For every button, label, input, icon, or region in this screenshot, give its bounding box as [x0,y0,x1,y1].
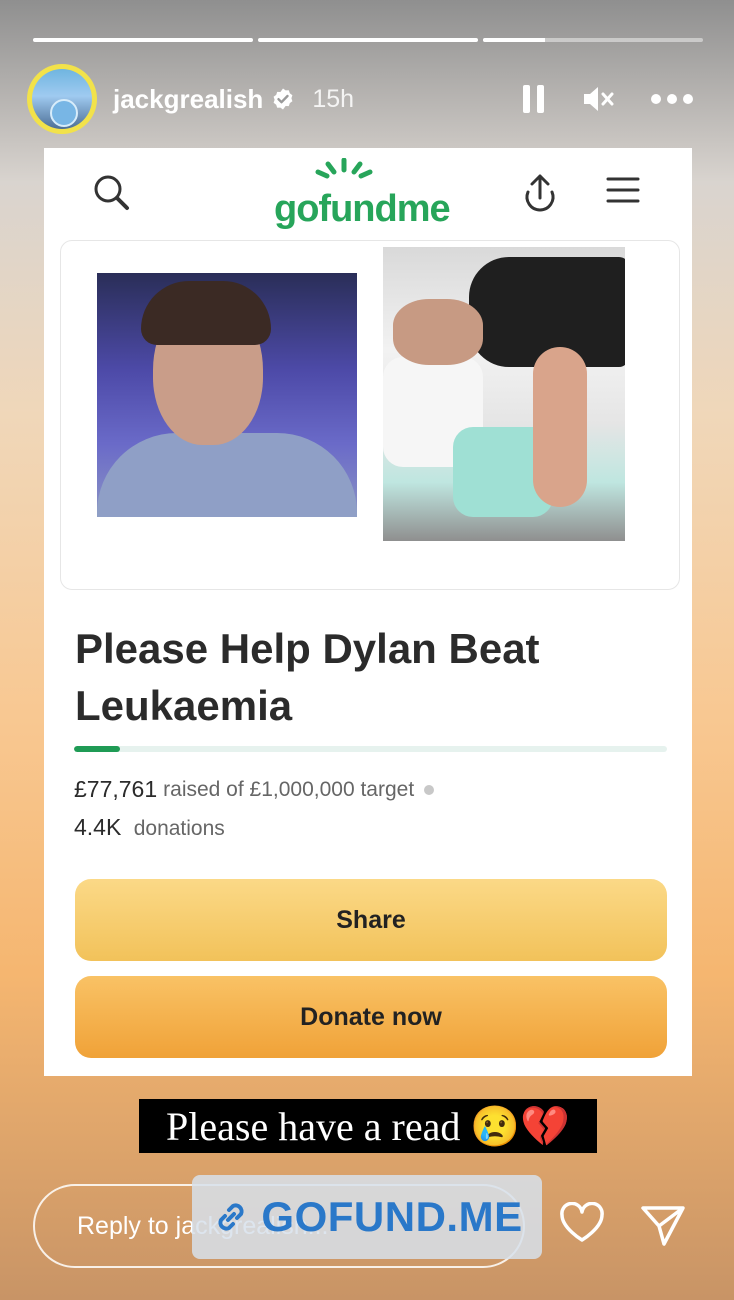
story-header: jackgrealish 15h [27,62,694,136]
raised-amount: £77,761 [74,776,158,802]
separator-dot [424,784,435,795]
progress-fill [258,38,478,42]
pause-icon[interactable] [522,84,546,114]
avatar[interactable] [27,64,97,134]
gofundme-card: gofundme Please Help Dylan Beat Leukaemi… [44,148,692,1076]
gofundme-logo[interactable]: gofundme [274,188,451,231]
menu-icon[interactable] [606,176,640,209]
fundraising-progress-fill [74,746,121,752]
donate-now-button[interactable]: Donate now [75,976,667,1058]
progress-fill [33,38,253,42]
donations-count: 4.4K [74,814,122,840]
link-icon [218,1203,244,1231]
campaign-title: Please Help Dylan Beat Leukaemia [75,625,540,729]
caption-text: Please have a read [166,1103,461,1149]
campaign-photo-portrait [97,273,357,517]
raised-text: raised of £1,000,000 target [163,777,415,801]
share-button[interactable]: Share [75,879,667,961]
send-icon[interactable] [640,1204,686,1251]
username[interactable]: jackgrealish [113,84,263,115]
story-progress [33,38,703,42]
progress-fill [483,38,545,42]
donations-line: 4.4K donations [74,814,225,841]
caption-emojis: 😢💔 [470,1103,570,1149]
logo-sun-icon [315,158,373,179]
link-sticker[interactable]: GOFUND.ME [192,1175,542,1259]
story-caption: Please have a read 😢💔 [139,1099,597,1153]
link-sticker-text: GOFUND.ME [261,1193,523,1240]
upload-icon[interactable] [522,172,558,217]
heart-icon[interactable] [558,1201,606,1249]
mute-icon[interactable] [582,84,614,114]
raised-line: £77,761 raised of £1,000,000 target [74,776,435,803]
story-progress-segment [258,38,478,42]
fundraising-progress-bar [74,746,667,752]
campaign-photo-frame [60,240,680,590]
story-progress-segment [483,38,703,42]
donations-text: donations [133,817,225,840]
more-icon[interactable] [650,93,694,105]
verified-icon [273,88,293,110]
avatar-image [32,69,92,129]
search-icon[interactable] [92,173,132,218]
time-ago: 15h [312,84,355,113]
campaign-photo-hospital [383,247,625,541]
story-progress-segment [33,38,253,42]
